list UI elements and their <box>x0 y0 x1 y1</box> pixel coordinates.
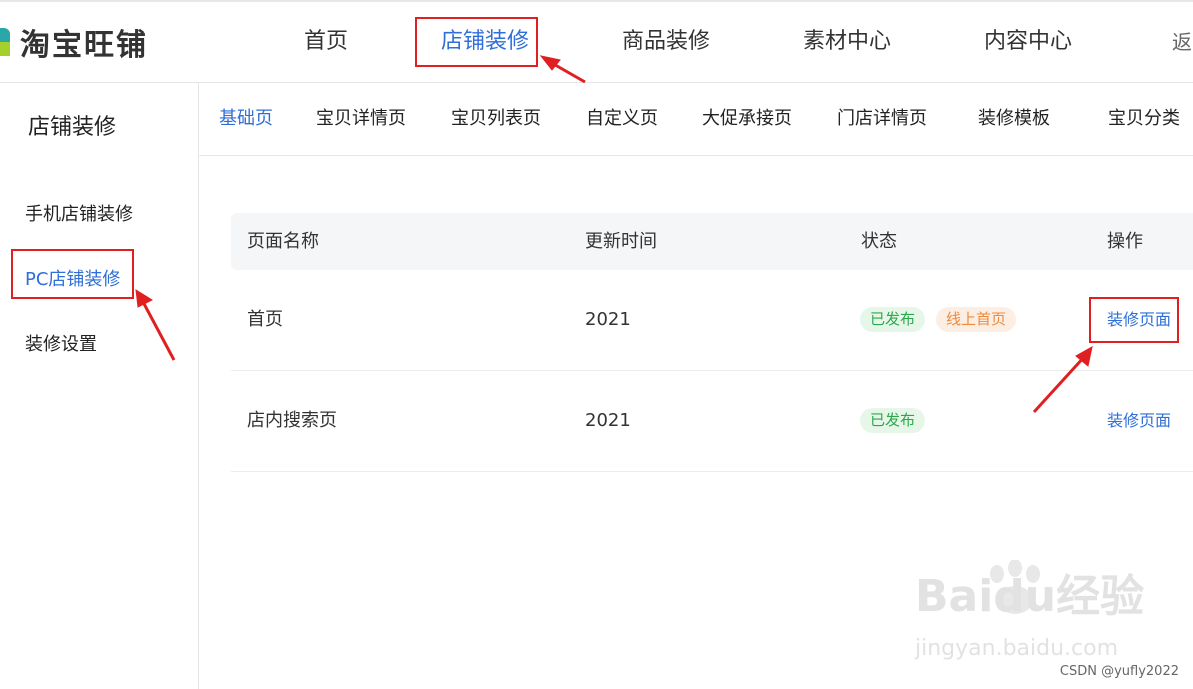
baidu-watermark: Baidu经验 <box>915 571 1145 622</box>
baidu-watermark-url: jingyan.baidu.com <box>915 636 1119 661</box>
arrow-decorate-line <box>1032 354 1087 414</box>
arrow-pc-shop-line <box>140 299 176 361</box>
arrow-pc-shop-head <box>135 289 154 308</box>
csdn-credit: CSDN @yufly2022 <box>1059 664 1179 679</box>
arrow-shop-decoration-head <box>539 55 561 71</box>
